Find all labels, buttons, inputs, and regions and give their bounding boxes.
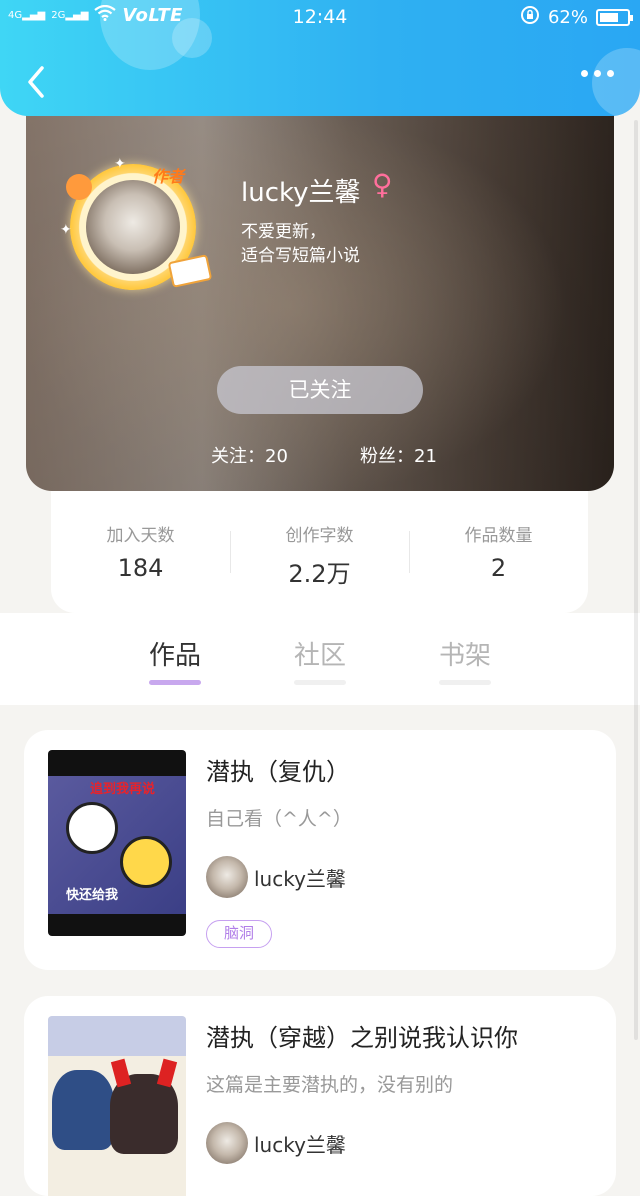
tab-community[interactable]: 社区	[265, 635, 375, 672]
decor-bubble	[592, 48, 640, 116]
bio-line: 不爱更新，	[241, 222, 326, 242]
battery-percent: 62%	[547, 7, 588, 28]
avatar-photo	[86, 180, 180, 274]
tab-indicator	[439, 680, 491, 685]
stat-label: 加入天数	[106, 526, 175, 546]
rotation-lock-icon	[520, 5, 540, 30]
author-name: lucky兰馨	[254, 1132, 346, 1157]
work-author[interactable]: lucky兰馨	[206, 1122, 346, 1164]
work-card[interactable]: 潜执（穿越）之别说我认识你 这篇是主要潜执的，没有别的 lucky兰馨	[24, 996, 616, 1196]
profile-banner: 作者 ✦ ✦ lucky兰馨 ♀ 不爱更新， 适合写短篇小说 已关注 关注：20…	[26, 80, 614, 491]
stat-word-count: 创作字数 2.2万	[230, 521, 409, 589]
profile-bio: 不爱更新， 适合写短篇小说	[241, 220, 360, 268]
following-count[interactable]: 关注：20	[211, 442, 288, 468]
avatar[interactable]: 作者 ✦ ✦	[60, 156, 213, 290]
stat-label: 作品数量	[464, 526, 533, 546]
stat-value: 2	[490, 554, 507, 582]
chevron-left-icon	[28, 66, 44, 98]
scrollbar[interactable]	[634, 120, 638, 1040]
status-bar: 4G▂▄▆ 2G▂▄▆ VoLTE 12:44 62%	[0, 0, 640, 34]
profile-username: lucky兰馨	[241, 178, 361, 208]
more-button[interactable]	[581, 70, 614, 77]
author-name: lucky兰馨	[254, 866, 346, 891]
tab-bar: 作品 社区 书架	[0, 613, 640, 705]
tab-bookshelf[interactable]: 书架	[410, 635, 520, 672]
tab-indicator	[149, 680, 201, 685]
female-icon: ♀	[372, 168, 393, 201]
work-title: 潜执（复仇）	[206, 758, 350, 786]
followers-count[interactable]: 粉丝：21	[360, 442, 437, 468]
work-author[interactable]: lucky兰馨	[206, 856, 346, 898]
stat-value: 184	[117, 554, 164, 582]
avatar	[206, 856, 248, 898]
tab-works[interactable]: 作品	[120, 635, 230, 672]
cover-text: 追到我再说	[90, 782, 156, 797]
sparkle-icon: ✦	[60, 222, 72, 238]
stat-work-count: 作品数量 2	[409, 521, 588, 582]
work-title: 潜执（穿越）之别说我认识你	[206, 1024, 518, 1052]
work-description: 这篇是主要潜执的，没有别的	[206, 1074, 454, 1096]
stats-card: 加入天数 184 创作字数 2.2万 作品数量 2	[51, 491, 588, 613]
sparkle-icon: ✦	[114, 156, 126, 172]
more-dots-icon	[581, 70, 588, 77]
work-card[interactable]: 追到我再说 快还给我 潜执（复仇） 自己看（^人^） lucky兰馨 脑洞	[24, 730, 616, 970]
stat-join-days: 加入天数 184	[51, 521, 230, 582]
avatar	[206, 1122, 248, 1164]
work-cover-image	[48, 1016, 186, 1196]
bio-line: 适合写短篇小说	[241, 246, 360, 266]
battery-icon	[596, 9, 633, 26]
stat-label: 创作字数	[285, 526, 354, 546]
follow-button[interactable]: 已关注	[217, 366, 423, 414]
back-button[interactable]	[20, 62, 56, 102]
top-header: 4G▂▄▆ 2G▂▄▆ VoLTE 12:44 62%	[0, 0, 640, 116]
tab-indicator	[294, 680, 346, 685]
stat-value: 2.2万	[288, 560, 351, 588]
genre-tag[interactable]: 脑洞	[206, 920, 272, 948]
badge-decoration-icon	[66, 174, 92, 200]
work-cover-image: 追到我再说 快还给我	[48, 750, 186, 936]
cover-text: 快还给我	[66, 888, 119, 903]
book-icon	[167, 254, 213, 288]
work-description: 自己看（^人^）	[206, 808, 352, 830]
author-badge: 作者	[152, 167, 185, 186]
